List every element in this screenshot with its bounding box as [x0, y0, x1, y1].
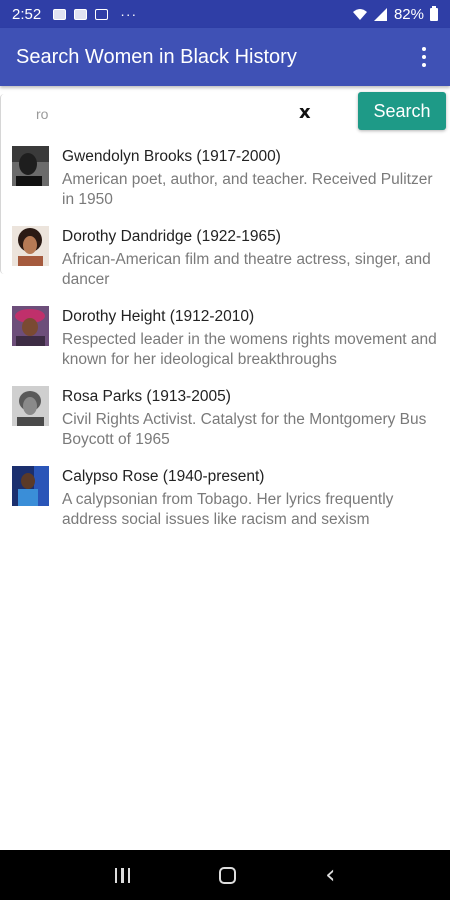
- search-button[interactable]: Search: [358, 92, 446, 130]
- wifi-icon: [352, 9, 367, 20]
- portrait-thumbnail: [12, 386, 49, 426]
- portrait-thumbnail: [12, 226, 49, 266]
- result-name: Dorothy Dandridge (1922-1965): [62, 228, 281, 245]
- result-description: African-American film and theatre actres…: [62, 251, 431, 288]
- result-description: American poet, author, and teacher. Rece…: [62, 171, 433, 208]
- portrait-thumbnail: [12, 146, 49, 186]
- status-left: 2:52 ···: [12, 6, 137, 23]
- result-description: A calypsonian from Tobago. Her lyrics fr…: [62, 491, 394, 528]
- search-row: x Search: [0, 86, 450, 274]
- status-right: 82%: [352, 5, 438, 23]
- signal-icon: [373, 7, 387, 21]
- result-name: Gwendolyn Brooks (1917-2000): [62, 148, 281, 165]
- result-description: Respected leader in the womens rights mo…: [62, 331, 437, 368]
- list-item[interactable]: Dorothy Height (1912-2010) Respected lea…: [0, 300, 450, 380]
- clear-search-button[interactable]: x: [299, 102, 311, 123]
- status-bar: 2:52 ··· 82%: [0, 0, 450, 28]
- messenger-notification-icon: [95, 8, 109, 20]
- page-title: Search Women in Black History: [16, 45, 297, 68]
- email-notification-icon: [74, 8, 88, 20]
- system-navigation-bar: ‹: [0, 850, 450, 900]
- back-icon[interactable]: ‹: [325, 862, 335, 888]
- results-list: Gwendolyn Brooks (1917-2000) American po…: [0, 140, 450, 540]
- list-item[interactable]: Rosa Parks (1913-2005) Civil Rights Acti…: [0, 380, 450, 460]
- result-name: Calypso Rose (1940-present): [62, 468, 265, 485]
- list-item[interactable]: Dorothy Dandridge (1922-1965) African-Am…: [0, 220, 450, 300]
- search-input[interactable]: [36, 104, 276, 124]
- status-time: 2:52: [12, 5, 42, 23]
- portrait-thumbnail: [12, 466, 49, 506]
- portrait-thumbnail: [12, 306, 49, 346]
- list-item[interactable]: Calypso Rose (1940-present) A calypsonia…: [0, 460, 450, 540]
- overflow-menu-icon[interactable]: [414, 43, 434, 71]
- result-description: Civil Rights Activist. Catalyst for the …: [62, 411, 427, 448]
- home-icon[interactable]: [219, 866, 237, 884]
- more-notifications-icon: ···: [120, 6, 138, 22]
- result-name: Dorothy Height (1912-2010): [62, 308, 255, 325]
- result-name: Rosa Parks (1913-2005): [62, 388, 231, 405]
- battery-icon: [430, 5, 438, 21]
- recents-icon[interactable]: [114, 867, 131, 883]
- gallery-notification-icon: [53, 8, 67, 20]
- battery-percent: 82%: [393, 5, 424, 23]
- app-bar: Search Women in Black History: [0, 28, 450, 86]
- list-item[interactable]: Gwendolyn Brooks (1917-2000) American po…: [0, 140, 450, 220]
